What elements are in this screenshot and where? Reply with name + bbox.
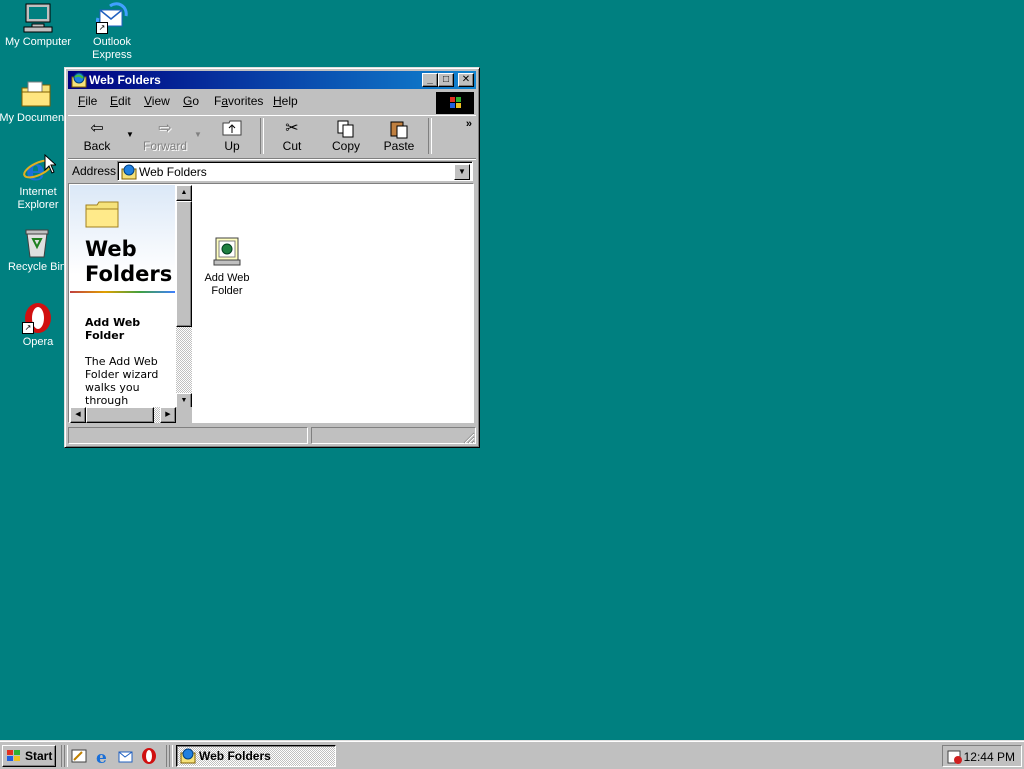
back-arrow-icon: ⇦ <box>90 120 104 137</box>
task-button-label: Web Folders <box>199 749 271 763</box>
resize-grip-icon[interactable] <box>463 432 475 444</box>
menu-edit[interactable]: Edit <box>110 94 131 108</box>
status-panel-zone <box>311 427 476 444</box>
copy-icon <box>321 119 371 139</box>
windows-flag-icon <box>7 750 20 761</box>
address-input[interactable]: Web Folders ▼ <box>117 161 473 181</box>
cut-label: Cut <box>282 139 302 153</box>
mouse-cursor-icon <box>44 154 56 174</box>
desktop-icon-label: My Documents <box>0 112 73 124</box>
copy-label: Copy <box>331 139 360 153</box>
svg-text:e: e <box>96 748 107 765</box>
info-pane-vertical-scrollbar[interactable]: ▲ ▼ <box>176 185 192 409</box>
paste-label: Paste <box>383 139 415 153</box>
recycle-bin-icon <box>21 227 53 259</box>
standard-toolbar: ⇦ Back ▼ ⇨ Forward ▼ Up ✂ Cut Copy Paste… <box>68 115 476 159</box>
status-panel-main <box>68 427 308 444</box>
back-dropdown-icon[interactable]: ▼ <box>126 130 134 139</box>
folder-content-area: Web Folders Add Web Folder The Add Web F… <box>68 183 474 423</box>
web-folder-icon <box>71 72 87 88</box>
menu-help[interactable]: Help <box>273 94 298 108</box>
scroll-left-button[interactable]: ◀ <box>70 407 86 423</box>
web-view-info-pane: Web Folders Add Web Folder The Add Web F… <box>70 185 175 409</box>
menu-favorites[interactable]: Favorites <box>214 94 263 108</box>
info-pane-subtitle: Add Web Folder <box>85 316 141 342</box>
paste-button[interactable]: Paste <box>374 119 424 155</box>
scrollbar-corner <box>176 407 192 423</box>
close-button[interactable]: ✕ <box>458 73 474 87</box>
address-dropdown-button[interactable]: ▼ <box>454 164 470 180</box>
window-title: Web Folders <box>89 73 161 87</box>
folder-icon <box>85 201 119 228</box>
web-folder-icon <box>180 748 196 764</box>
add-web-folder-icon <box>213 237 241 266</box>
forward-dropdown-icon[interactable]: ▼ <box>194 130 202 139</box>
toolbar-separator <box>428 118 432 154</box>
desktop-icon-my-documents[interactable]: My Documents <box>0 78 74 125</box>
computer-icon <box>22 2 54 34</box>
cut-button[interactable]: ✂ Cut <box>267 119 317 155</box>
opera-quicklaunch-icon[interactable] <box>140 747 158 765</box>
documents-folder-icon <box>20 78 52 110</box>
address-label: Address <box>72 164 117 178</box>
toolbar-separator <box>260 118 264 154</box>
desktop-icon-label: Outlook Express <box>92 36 132 61</box>
maximize-button[interactable]: □ <box>438 73 454 87</box>
menu-bar: File Edit View Go Favorites Help <box>68 91 476 114</box>
outlook-express-icon: ↗ <box>95 2 128 34</box>
window-titlebar[interactable]: Web Folders _ □ ✕ <box>68 71 476 89</box>
shortcut-arrow-icon: ↗ <box>96 22 108 34</box>
minimize-button[interactable]: _ <box>422 73 438 87</box>
copy-button[interactable]: Copy <box>321 119 371 155</box>
opera-icon: ↗ <box>22 302 54 334</box>
up-label: Up <box>224 139 240 153</box>
add-web-folder-label: Add Web Folder <box>204 272 250 297</box>
info-pane-divider <box>70 291 175 293</box>
back-button[interactable]: ⇦ Back <box>72 119 122 155</box>
scroll-thumb[interactable] <box>86 407 154 423</box>
paste-icon <box>374 119 424 139</box>
system-tray: 12:44 PM <box>942 745 1022 767</box>
menu-go[interactable]: Go <box>183 94 199 108</box>
status-bar <box>68 426 476 444</box>
desktop-icon-outlook-express[interactable]: ↗ Outlook Express <box>74 2 150 62</box>
scroll-up-button[interactable]: ▲ <box>176 185 192 201</box>
show-desktop-icon[interactable] <box>70 747 88 765</box>
menu-file[interactable]: File <box>78 94 97 108</box>
outlook-express-quicklaunch-icon[interactable] <box>117 747 135 765</box>
start-button[interactable]: Start <box>2 745 56 767</box>
start-label: Start <box>25 749 53 763</box>
shortcut-arrow-icon: ↗ <box>22 322 34 334</box>
scheduler-tray-icon[interactable] <box>947 749 963 765</box>
scissors-icon: ✂ <box>285 120 299 137</box>
windows-logo-icon <box>436 92 474 114</box>
add-web-folder-item[interactable]: Add Web Folder <box>197 236 257 298</box>
internet-explorer-quicklaunch-icon[interactable]: e <box>94 747 112 765</box>
scroll-right-button[interactable]: ▶ <box>160 407 176 423</box>
clock[interactable]: 12:44 PM <box>964 750 1015 764</box>
forward-button[interactable]: ⇨ Forward <box>140 119 190 155</box>
more-buttons-chevron-icon[interactable]: » <box>466 118 472 130</box>
taskbar-separator <box>64 745 68 767</box>
address-value: Web Folders <box>139 165 207 179</box>
info-pane-title: Web Folders <box>85 237 173 286</box>
web-folder-icon <box>121 164 137 180</box>
info-pane-horizontal-scrollbar[interactable]: ◀ ▶ <box>70 407 176 423</box>
back-label: Back <box>83 139 111 153</box>
task-button-web-folders[interactable]: Web Folders <box>176 745 336 767</box>
up-folder-icon <box>207 119 257 139</box>
taskbar: Start e Web Folders 12:44 PM <box>0 740 1024 769</box>
menu-view[interactable]: View <box>144 94 170 108</box>
scroll-thumb[interactable] <box>176 201 192 327</box>
up-button[interactable]: Up <box>207 119 257 155</box>
desktop-icon-label: My Computer <box>4 36 72 48</box>
taskbar-separator <box>169 745 173 767</box>
forward-label: Forward <box>142 139 187 153</box>
address-bar: Address Web Folders ▼ <box>68 159 476 182</box>
desktop-icon-my-computer[interactable]: My Computer <box>0 2 76 49</box>
forward-arrow-icon: ⇨ <box>158 120 172 137</box>
info-pane-description: The Add Web Folder wizard walks you thro… <box>85 355 159 407</box>
web-folders-window: Web Folders _ □ ✕ File Edit View Go Favo… <box>64 67 480 448</box>
